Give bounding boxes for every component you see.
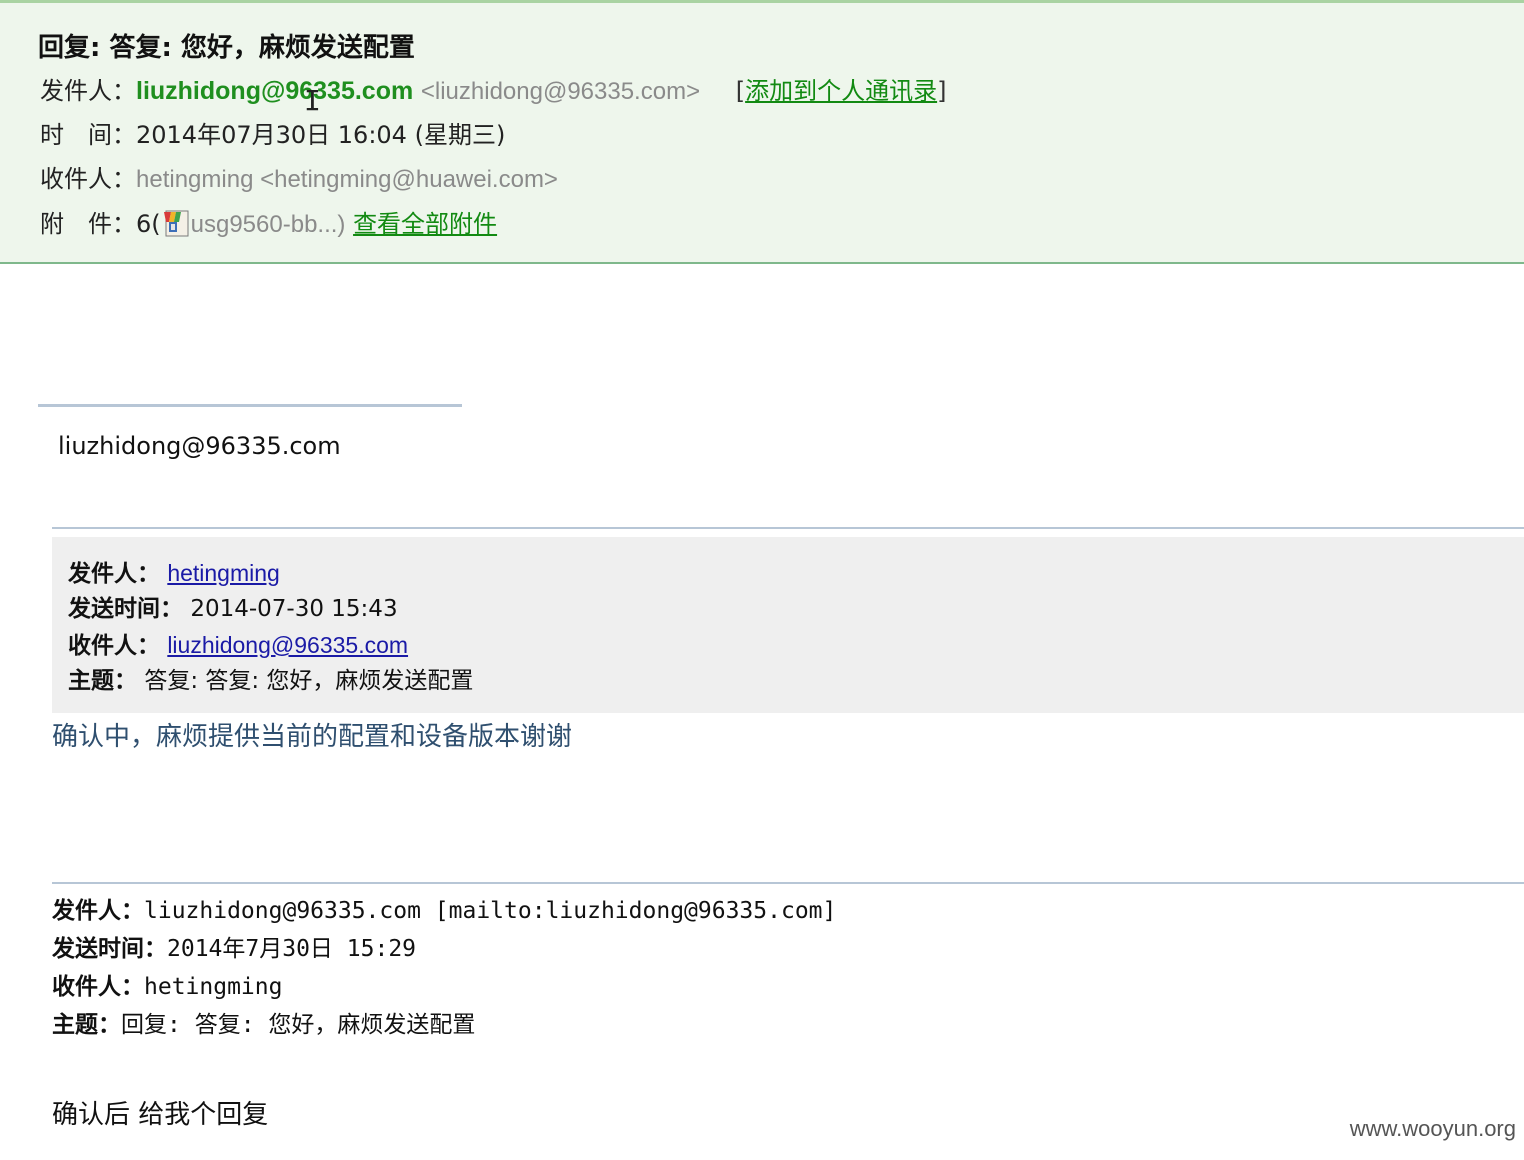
quote1-subject-row: 主题： 答复: 答复: 您好，麻烦发送配置 xyxy=(68,666,473,696)
quote1-to-label: 收件人： xyxy=(68,633,160,659)
signature-text: liuzhidong@96335.com xyxy=(58,432,341,460)
quoted-header-1: 发件人： hetingming 发送时间： 2014-07-30 15:43 收… xyxy=(52,537,1524,713)
quote1-body: 确认中，麻烦提供当前的配置和设备版本谢谢 xyxy=(52,722,573,752)
view-all-attachments-link[interactable]: 查看全部附件 xyxy=(353,210,497,238)
quote-divider xyxy=(52,527,1524,529)
quote1-sent-label: 发送时间： xyxy=(68,596,183,622)
quote2-from-value: liuzhidong@96335.com [mailto:liuzhidong@… xyxy=(144,898,837,924)
quote1-subject-label: 主题： xyxy=(68,668,137,694)
mail-header: 回复: 答复: 您好，麻烦发送配置 发件人：liuzhidong@96335.c… xyxy=(0,0,1524,264)
time-value: 2014年07月30日 16:04 (星期三) xyxy=(136,121,506,149)
quote1-to-row: 收件人： liuzhidong@96335.com xyxy=(68,630,408,661)
time-label: 时 间： xyxy=(40,121,136,149)
from-row: 发件人：liuzhidong@96335.com <liuzhidong@963… xyxy=(40,76,946,107)
quote2-sent-label: 发送时间： xyxy=(52,936,167,962)
quote2-to-label: 收件人： xyxy=(52,974,144,1000)
add-contact-link[interactable]: 添加到个人通讯录 xyxy=(745,77,937,105)
text-cursor-icon: I xyxy=(304,84,321,117)
sender-address: <liuzhidong@96335.com> xyxy=(420,78,701,105)
bracket-open: [ xyxy=(735,77,746,105)
quote1-from-link[interactable]: hetingming xyxy=(167,560,280,586)
attachment-label: 附 件： xyxy=(40,210,136,238)
recipient-value: hetingming <hetingming@huawei.com> xyxy=(136,166,558,193)
quote1-from-row: 发件人： hetingming xyxy=(68,558,280,589)
quote2-subject-label: 主题： xyxy=(52,1012,121,1038)
quote2-sent-row: 发送时间：2014年7月30日 15:29 xyxy=(52,933,416,965)
attachment-row: 附 件：6( usg9560-bb...) 查看全部附件 xyxy=(40,208,497,240)
attachment-count: 6( xyxy=(136,210,161,238)
quote1-sent-value: 2014-07-30 15:43 xyxy=(190,596,398,622)
quote1-to-link[interactable]: liuzhidong@96335.com xyxy=(167,632,408,658)
signature-divider xyxy=(38,404,462,407)
archive-file-icon[interactable] xyxy=(161,208,191,238)
quote2-sent-value: 2014年7月30日 15:29 xyxy=(167,936,417,962)
time-row: 时 间：2014年07月30日 16:04 (星期三) xyxy=(40,120,505,150)
quote2-to-value: hetingming xyxy=(144,974,283,1000)
watermark: www.wooyun.org xyxy=(1349,1116,1516,1141)
quote2-from-label: 发件人： xyxy=(52,898,144,924)
mail-subject: 回复: 答复: 您好，麻烦发送配置 xyxy=(38,33,415,63)
quote1-from-label: 发件人： xyxy=(68,561,160,587)
from-label: 发件人： xyxy=(40,77,136,105)
quote1-subject-value: 答复: 答复: 您好，麻烦发送配置 xyxy=(144,668,474,694)
quote2-to-row: 收件人：hetingming xyxy=(52,971,282,1003)
quote-divider xyxy=(52,882,1524,884)
sender-name[interactable]: liuzhidong@96335.com xyxy=(136,77,413,105)
quote2-from-row: 发件人：liuzhidong@96335.com [mailto:liuzhid… xyxy=(52,895,836,927)
quote1-sent-row: 发送时间： 2014-07-30 15:43 xyxy=(68,594,398,624)
bracket-close: ] xyxy=(937,77,947,105)
quote2-subject-row: 主题：回复: 答复: 您好，麻烦发送配置 xyxy=(52,1009,475,1041)
quote2-body: 确认后 给我个回复 xyxy=(52,1100,269,1130)
to-row: 收件人：hetingming <hetingming@huawei.com> xyxy=(40,164,558,195)
to-label: 收件人： xyxy=(40,165,136,193)
attachment-file-name[interactable]: usg9560-bb...) xyxy=(191,211,346,238)
quote2-subject-value: 回复: 答复: 您好，麻烦发送配置 xyxy=(121,1012,476,1038)
